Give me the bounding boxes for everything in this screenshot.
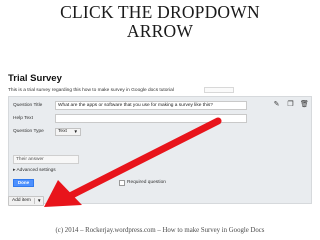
description-edit-box[interactable] [204, 87, 234, 93]
add-item-label: Add item [12, 198, 31, 203]
slide-title: CLICK THE DROPDOWN ARROW [0, 3, 320, 41]
question-title-input[interactable]: What are the apps or software that you u… [55, 101, 247, 110]
screenshot-panel: Trial Survey This is a trial survey rega… [4, 71, 316, 211]
help-text-label: Help Text [13, 116, 33, 121]
question-edit-panel: ✎ ❐ 🗑 Question Title What are the apps o… [8, 96, 312, 204]
slide-footer: (c) 2014 – Rockerjay.wordpress.com – How… [55, 227, 265, 234]
answer-preview-field: Their answer [13, 155, 79, 164]
question-type-select[interactable]: Text ▼ [55, 128, 81, 136]
done-button[interactable]: Done [13, 179, 34, 187]
question-title-label: Question Title [13, 103, 43, 108]
advanced-settings-link[interactable]: ▸ Advanced settings [13, 168, 56, 173]
required-checkbox[interactable] [119, 180, 125, 186]
form-title: Trial Survey [8, 73, 62, 84]
add-item-dropdown-arrow[interactable]: ▼ [37, 197, 41, 205]
add-item-divider [34, 198, 35, 204]
question-type-label: Question Type [13, 129, 44, 134]
help-text-input[interactable] [55, 114, 247, 123]
required-label: Required question [127, 180, 166, 185]
copy-icon[interactable]: ❐ [285, 100, 296, 109]
slide-title-line1: CLICK THE DROPDOWN [60, 2, 260, 22]
trash-icon[interactable]: 🗑 [299, 100, 310, 109]
add-item-button[interactable]: Add item ▼ [8, 196, 44, 206]
chevron-down-icon: ▼ [73, 129, 78, 134]
pencil-icon[interactable]: ✎ [271, 100, 282, 109]
slide-title-line2: ARROW [126, 21, 194, 41]
question-type-value: Text [58, 129, 67, 134]
form-description: This is a trial survey regarding this ho… [8, 88, 174, 93]
